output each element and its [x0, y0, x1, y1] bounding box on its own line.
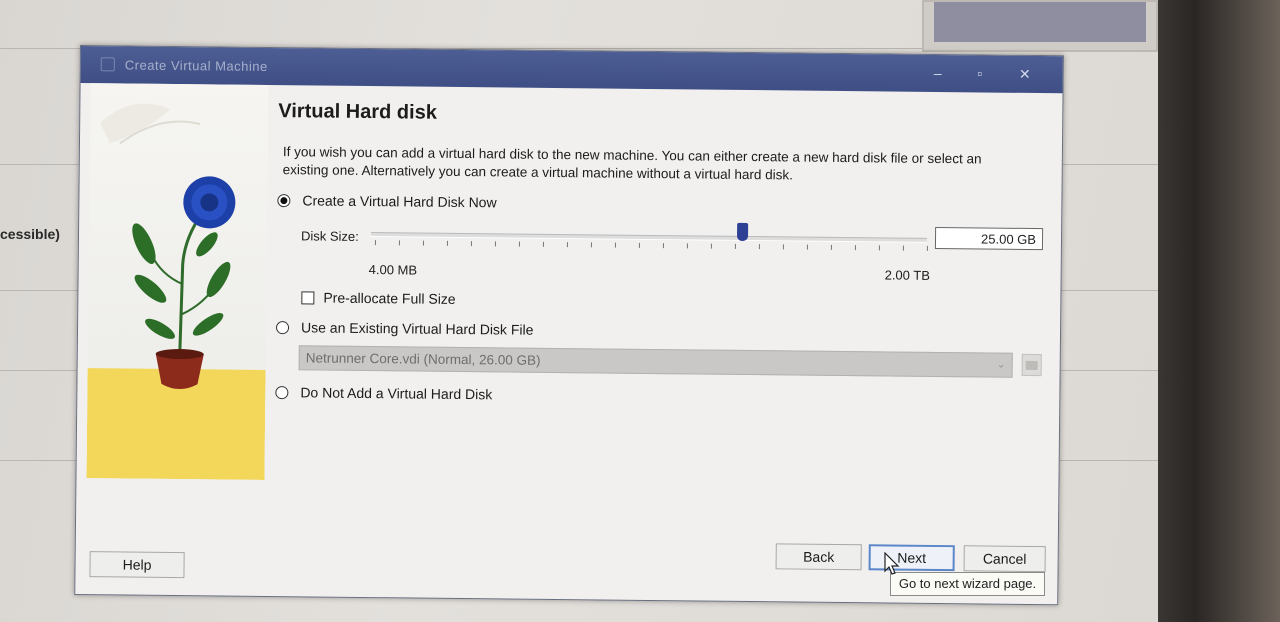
slider-tick	[734, 243, 736, 249]
no-disk-radio[interactable]	[275, 386, 289, 400]
slider-tick	[542, 241, 544, 247]
slider-tick	[686, 243, 688, 249]
existing-disk-select[interactable]: Netrunner Core.vdi (Normal, 26.00 GB) ⌄	[298, 345, 1013, 378]
slider-tick	[806, 244, 808, 250]
next-button-tooltip: Go to next wizard page.	[890, 572, 1045, 596]
next-button[interactable]: Next	[868, 544, 955, 572]
app-icon	[100, 57, 115, 72]
disk-size-input[interactable]: 25.00 GB	[934, 226, 1044, 251]
folder-icon	[1025, 360, 1038, 371]
slider-tick	[590, 242, 592, 248]
slider-tick	[470, 241, 472, 247]
use-existing-disk-label[interactable]: Use an Existing Virtual Hard Disk File	[301, 319, 534, 337]
slider-tick	[758, 244, 760, 250]
maximize-icon[interactable]: ▫	[970, 63, 990, 83]
no-disk-label[interactable]: Do Not Add a Virtual Hard Disk	[300, 384, 492, 402]
create-new-disk-label[interactable]: Create a Virtual Hard Disk Now	[302, 192, 496, 210]
slider-tick	[614, 242, 616, 248]
page-description: If you wish you can add a virtual hard d…	[282, 144, 982, 183]
create-vm-dialog: Create Virtual Machine – ▫ ✕ Virtual Har…	[74, 45, 1064, 606]
use-existing-disk-radio[interactable]	[275, 321, 290, 335]
page-title: Virtual Hard disk	[278, 100, 438, 124]
preallocate-checkbox[interactable]	[301, 291, 315, 305]
cancel-button[interactable]: Cancel	[963, 545, 1046, 573]
disk-size-slider-handle[interactable]	[736, 222, 749, 242]
back-button[interactable]: Back	[775, 543, 862, 571]
preallocate-label[interactable]: Pre-allocate Full Size	[323, 290, 455, 307]
close-icon[interactable]: ✕	[1015, 64, 1035, 84]
slider-min-label: 4.00 MB	[368, 262, 418, 278]
monitor-bezel	[1158, 0, 1280, 622]
slider-tick	[902, 245, 904, 251]
help-button[interactable]: Help	[89, 551, 185, 579]
slider-tick	[878, 245, 880, 251]
window-title: Create Virtual Machine	[124, 57, 268, 74]
minimize-icon[interactable]: –	[928, 63, 948, 83]
slider-tick	[710, 243, 712, 249]
disk-size-slider-track[interactable]	[371, 232, 928, 243]
slider-tick	[446, 240, 448, 246]
slider-tick	[518, 241, 520, 247]
slider-tick	[398, 240, 400, 246]
background-text: cessible)	[0, 226, 60, 242]
disk-size-label: Disk Size:	[300, 228, 359, 244]
chevron-down-icon: ⌄	[996, 358, 1006, 371]
slider-tick	[374, 240, 376, 246]
wizard-illustration	[86, 83, 269, 480]
existing-disk-value: Netrunner Core.vdi (Normal, 26.00 GB)	[305, 350, 541, 368]
slider-tick	[566, 242, 568, 248]
mouse-cursor-icon	[884, 552, 900, 575]
slider-tick	[926, 245, 928, 251]
slider-tick	[638, 242, 640, 248]
slider-tick	[854, 245, 856, 251]
slider-tick	[830, 244, 832, 250]
slider-tick	[662, 243, 664, 249]
slider-tick	[782, 244, 784, 250]
slider-tick	[422, 240, 424, 246]
background-panel	[922, 0, 1158, 52]
create-new-disk-radio[interactable]	[277, 194, 291, 208]
wizard-page: Virtual Hard disk If you wish you can ad…	[272, 85, 1063, 543]
slider-tick	[494, 241, 496, 247]
choose-disk-file-button[interactable]	[1021, 353, 1042, 377]
slider-max-label: 2.00 TB	[884, 267, 931, 283]
